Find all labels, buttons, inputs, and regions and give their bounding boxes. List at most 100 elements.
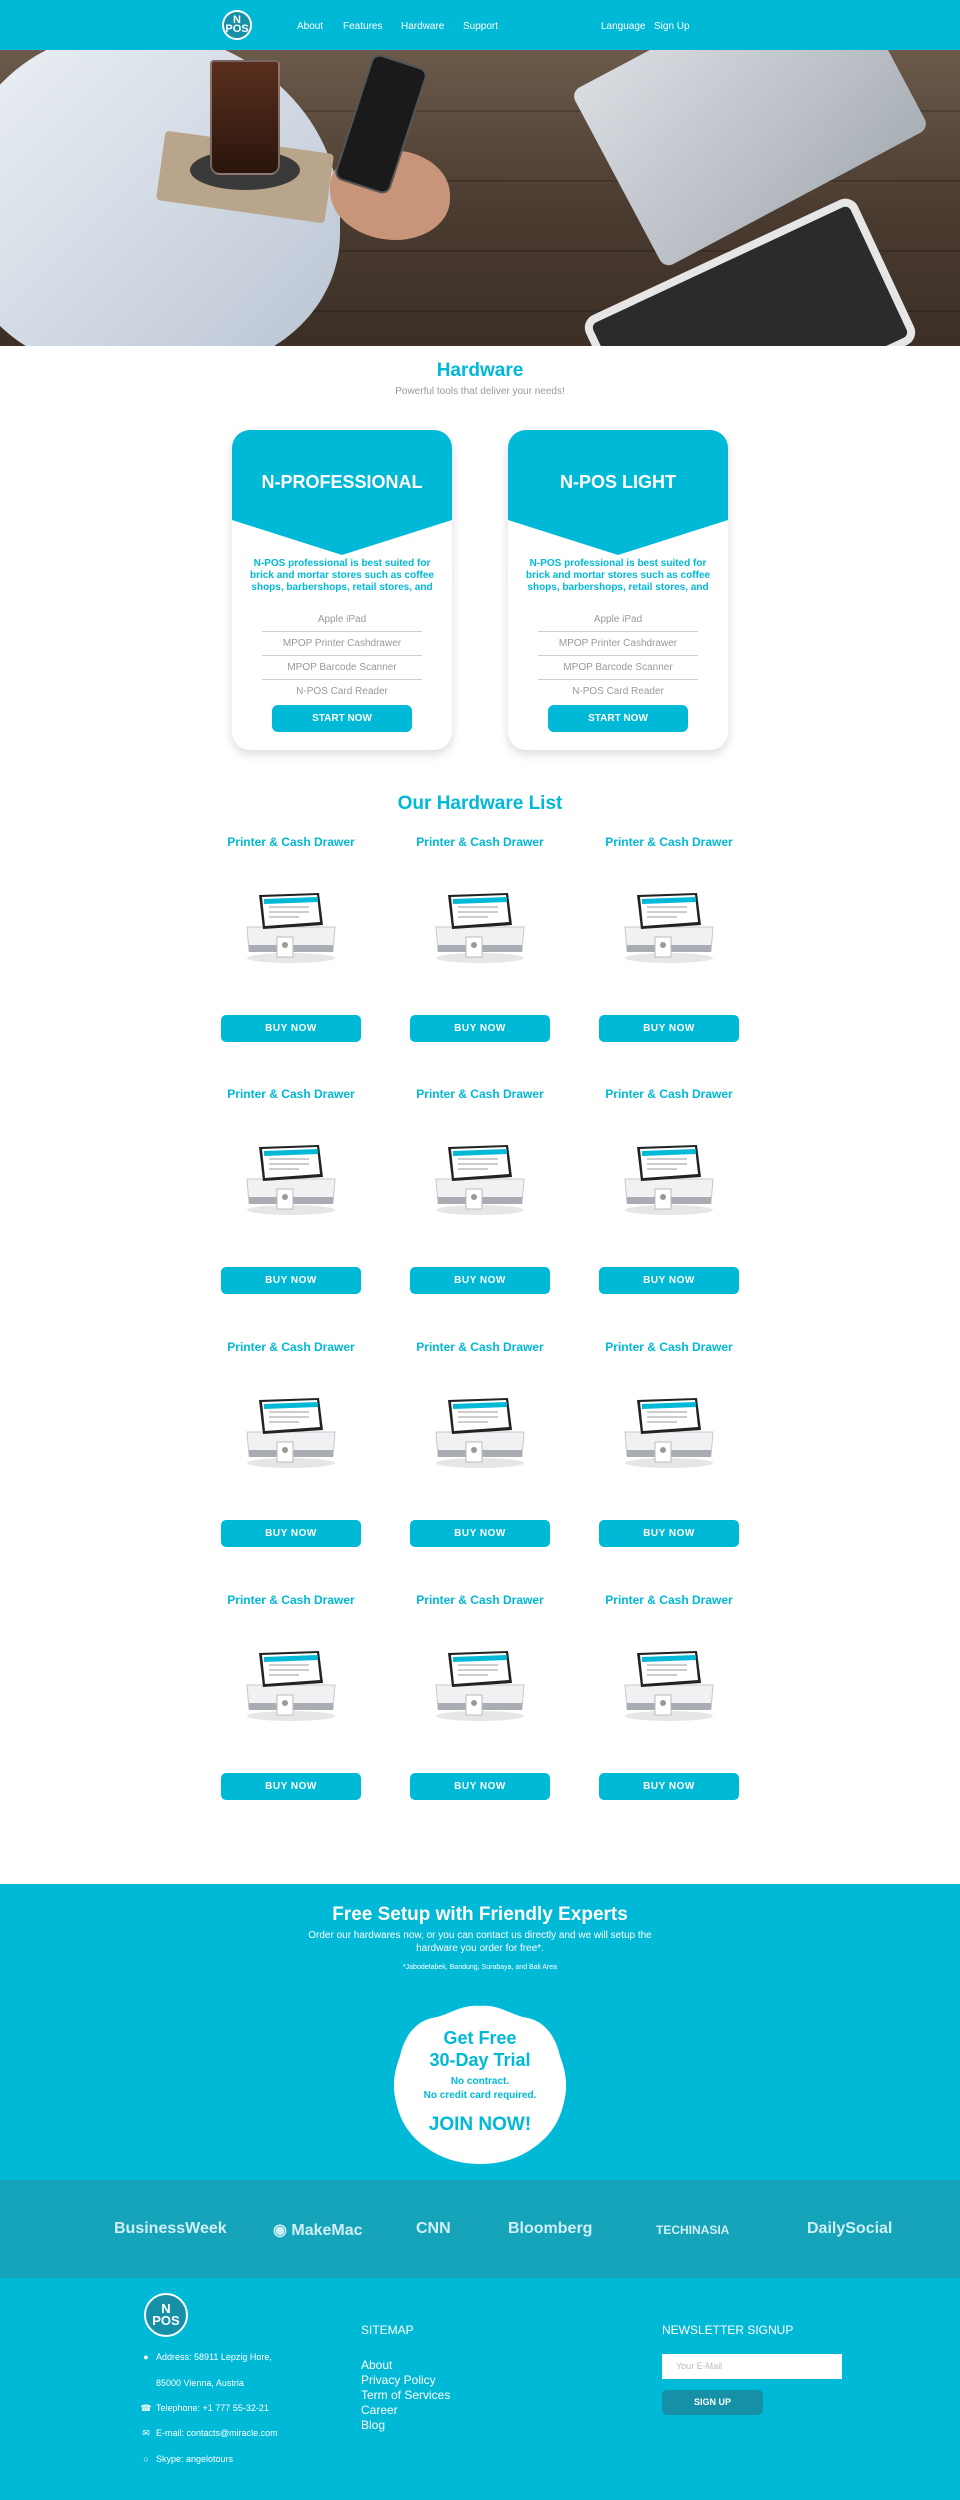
hardware-title: Hardware: [436, 360, 524, 381]
buy-now-button[interactable]: BUY NOW: [410, 1520, 550, 1547]
product-title: Printer & Cash Drawer: [416, 1593, 544, 1607]
product-title: Printer & Cash Drawer: [227, 1593, 355, 1607]
product-card: Printer & Cash Drawer BUY NOW: [410, 1340, 550, 1550]
plan-feature: MPOP Printer Cashdrawer: [262, 632, 422, 656]
footer-skype[interactable]: ○ Skype: angelotours: [140, 2454, 233, 2464]
start-now-button[interactable]: START NOW: [272, 705, 412, 732]
promo-note: *Jabodetabek, Bandung, Surabaya, and Bal…: [402, 1964, 558, 1971]
nav-link-features[interactable]: Features: [343, 21, 382, 32]
plan-card-light: N-POS LIGHT N-POS professional is best s…: [508, 430, 728, 750]
buy-now-button[interactable]: BUY NOW: [221, 1267, 361, 1294]
printer-cashdrawer-image: [430, 1137, 530, 1217]
press-logo-dailysocial: DailySocial: [807, 2220, 893, 2237]
buy-now-button[interactable]: BUY NOW: [599, 1520, 739, 1547]
plan-feature: MPOP Barcode Scanner: [538, 656, 698, 680]
plan-name: N-PROFESSIONAL: [261, 472, 423, 492]
newsletter-title: NEWSLETTER SIGNUP: [662, 2323, 794, 2337]
printer-cashdrawer-image: [619, 1390, 719, 1470]
footer-address-line2: 85000 Vienna, Austria: [156, 2378, 244, 2388]
product-title: Printer & Cash Drawer: [227, 1087, 355, 1101]
printer-cashdrawer-image: [619, 1643, 719, 1723]
product-card: Printer & Cash Drawer BUY NOW: [410, 1087, 550, 1297]
start-now-button[interactable]: START NOW: [548, 705, 688, 732]
buy-now-button[interactable]: BUY NOW: [221, 1773, 361, 1800]
press-logos: BusinessWeek ◉ MakeMac CNN Bloomberg TEC…: [0, 2180, 960, 2278]
location-pin-icon: ●: [143, 2352, 149, 2362]
printer-cashdrawer-image: [430, 885, 530, 965]
laptop: [570, 50, 930, 269]
sitemap-links: About Privacy Policy Term of Services Ca…: [361, 2358, 450, 2433]
phone-icon: ☎: [140, 2403, 152, 2413]
printer-cashdrawer-image: [619, 885, 719, 965]
press-logo-cnn: CNN: [416, 2220, 451, 2237]
product-title: Printer & Cash Drawer: [416, 1087, 544, 1101]
product-card: Printer & Cash Drawer BUY NOW: [221, 835, 361, 1045]
nav-link-about[interactable]: About: [297, 21, 323, 32]
product-title: Printer & Cash Drawer: [605, 1087, 733, 1101]
top-nav: N POS About Features Hardware Support La…: [0, 0, 960, 50]
press-logo-makemac: ◉ MakeMac: [273, 2222, 363, 2239]
product-title: Printer & Cash Drawer: [605, 1340, 733, 1354]
plan-description: N-POS professional is best suited for br…: [250, 558, 434, 593]
trial-badge[interactable]: Get Free 30-Day Trial No contract. No cr…: [390, 2002, 570, 2167]
product-title: Printer & Cash Drawer: [605, 1593, 733, 1607]
plan-feature: N-POS Card Reader: [296, 686, 388, 697]
plan-feature: MPOP Barcode Scanner: [262, 656, 422, 680]
buy-now-button[interactable]: BUY NOW: [599, 1267, 739, 1294]
buy-now-button[interactable]: BUY NOW: [410, 1015, 550, 1042]
product-card: Printer & Cash Drawer BUY NOW: [599, 835, 739, 1045]
sitemap-link-terms[interactable]: Term of Services: [361, 2388, 450, 2403]
footer: N POS ● Address: 58911 Lepzig Hore, 85000…: [0, 2278, 960, 2500]
sitemap-link-blog[interactable]: Blog: [361, 2418, 450, 2433]
footer-telephone: ☎ Telephone: +1 777 55-32-21: [140, 2403, 269, 2413]
free-setup-section: Free Setup with Friendly Experts Order o…: [0, 1884, 960, 2180]
buy-now-button[interactable]: BUY NOW: [410, 1773, 550, 1800]
nav-link-hardware[interactable]: Hardware: [401, 21, 444, 32]
printer-cashdrawer-image: [430, 1390, 530, 1470]
product-title: Printer & Cash Drawer: [416, 835, 544, 849]
hero-image: [0, 50, 960, 346]
printer-cashdrawer-image: [241, 1137, 341, 1217]
press-logo-bloomberg: Bloomberg: [508, 2220, 593, 2237]
product-title: Printer & Cash Drawer: [227, 1340, 355, 1354]
plan-description: N-POS professional is best suited for br…: [526, 558, 710, 593]
plan-feature: Apple iPad: [262, 608, 422, 632]
join-now-link[interactable]: JOIN NOW!: [390, 2114, 570, 2136]
language-link[interactable]: Language: [601, 21, 646, 32]
printer-cashdrawer-image: [241, 1643, 341, 1723]
buy-now-button[interactable]: BUY NOW: [221, 1015, 361, 1042]
product-card: Printer & Cash Drawer BUY NOW: [221, 1340, 361, 1550]
newsletter-signup-button[interactable]: SIGN UP: [662, 2390, 763, 2415]
buy-now-button[interactable]: BUY NOW: [599, 1773, 739, 1800]
product-card: Printer & Cash Drawer BUY NOW: [221, 1087, 361, 1297]
footer-email[interactable]: ✉ E-mail: contacts@miracle.com: [140, 2428, 277, 2439]
sitemap-link-about[interactable]: About: [361, 2358, 450, 2373]
newsletter-email-input[interactable]: Your E-Mail: [662, 2354, 842, 2379]
logo[interactable]: N POS: [222, 10, 252, 40]
printer-cashdrawer-image: [241, 1390, 341, 1470]
printer-cashdrawer-image: [430, 1643, 530, 1723]
plan-feature: Apple iPad: [538, 608, 698, 632]
signup-link[interactable]: Sign Up: [654, 21, 690, 32]
footer-logo[interactable]: N POS: [144, 2293, 188, 2337]
sitemap-link-career[interactable]: Career: [361, 2403, 450, 2418]
plan-features: Apple iPad MPOP Printer Cashdrawer MPOP …: [538, 608, 698, 704]
skype-icon: ○: [143, 2454, 149, 2464]
printer-cashdrawer-image: [241, 885, 341, 965]
promo-title: Free Setup with Friendly Experts: [332, 1904, 628, 1925]
product-title: Printer & Cash Drawer: [605, 835, 733, 849]
hardware-list-title: Our Hardware List: [397, 793, 563, 814]
footer-address: ● Address: 58911 Lepzig Hore,: [140, 2352, 272, 2362]
plan-feature: N-POS Card Reader: [572, 686, 664, 697]
buy-now-button[interactable]: BUY NOW: [599, 1015, 739, 1042]
buy-now-button[interactable]: BUY NOW: [410, 1267, 550, 1294]
buy-now-button[interactable]: BUY NOW: [221, 1520, 361, 1547]
product-title: Printer & Cash Drawer: [227, 835, 355, 849]
sitemap-link-privacy[interactable]: Privacy Policy: [361, 2373, 450, 2388]
plan-features: Apple iPad MPOP Printer Cashdrawer MPOP …: [262, 608, 422, 704]
product-card: Printer & Cash Drawer BUY NOW: [221, 1593, 361, 1803]
nav-link-support[interactable]: Support: [463, 21, 498, 32]
printer-cashdrawer-image: [619, 1137, 719, 1217]
press-logo-businessweek: BusinessWeek: [114, 2220, 227, 2237]
product-card: Printer & Cash Drawer BUY NOW: [599, 1593, 739, 1803]
